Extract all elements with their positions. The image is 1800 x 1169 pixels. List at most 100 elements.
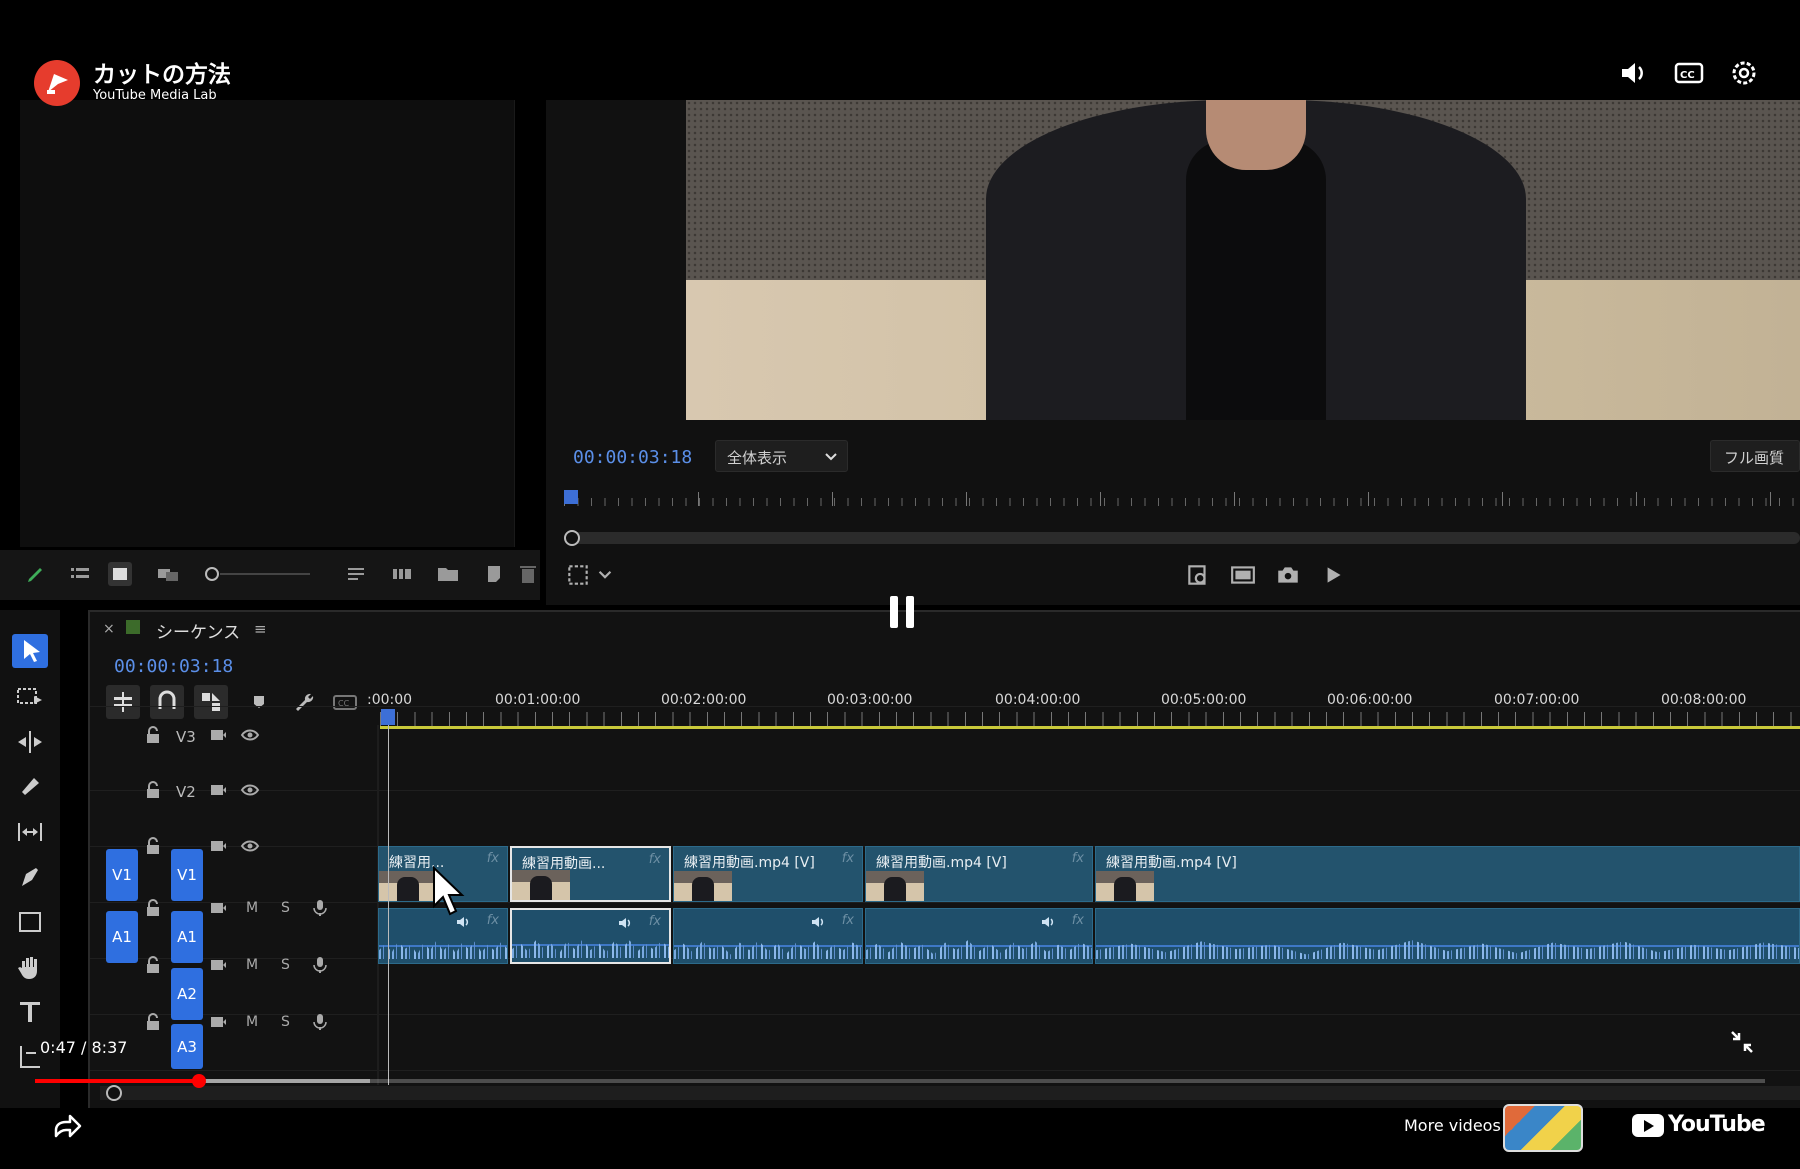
sync-lock-icon[interactable] (208, 955, 228, 975)
captions-cc-icon[interactable]: CC (1672, 56, 1706, 90)
panel-menu-icon[interactable]: ≡ (254, 620, 267, 638)
microphone-icon[interactable] (310, 1012, 330, 1032)
audio-clip-selected[interactable]: fx (510, 908, 671, 964)
timeline-zoom-scrollbar[interactable] (100, 1086, 1800, 1100)
rectangle-tool-icon[interactable] (12, 905, 48, 939)
ripple-edit-tool-icon[interactable] (12, 725, 48, 759)
timeline-scroll-handle[interactable] (106, 1085, 122, 1101)
eye-icon[interactable] (240, 836, 260, 856)
track-target-v1[interactable]: V1 (171, 849, 203, 901)
track-select-tool-icon[interactable] (12, 680, 48, 714)
youtube-logo-text[interactable]: YouTube (1668, 1112, 1766, 1137)
share-icon[interactable] (50, 1110, 84, 1144)
camera-icon[interactable] (1275, 562, 1301, 588)
solo-button[interactable]: S (281, 957, 290, 973)
source-patch-a1[interactable]: A1 (106, 911, 138, 963)
video-title[interactable]: カットの方法 (93, 55, 231, 89)
sort-icon[interactable] (344, 562, 368, 586)
new-item-icon[interactable] (482, 562, 506, 586)
comparison-view-icon[interactable] (1230, 562, 1256, 588)
sync-lock-icon[interactable] (208, 836, 228, 856)
mute-button[interactable]: M (246, 900, 258, 916)
close-tab-button[interactable]: × (103, 621, 115, 637)
channel-avatar[interactable] (34, 60, 80, 106)
lock-icon[interactable] (143, 780, 163, 800)
selection-tool-icon[interactable] (12, 634, 48, 668)
new-bin-icon[interactable] (436, 562, 460, 586)
sync-lock-icon[interactable] (208, 1012, 228, 1032)
track-target-a1[interactable]: A1 (171, 911, 203, 963)
audio-clip[interactable]: fx (673, 908, 863, 964)
video-clip-selected[interactable]: 練習用動画... fx (510, 846, 671, 902)
eye-icon[interactable] (240, 725, 260, 745)
sequence-tab-title[interactable]: シーケンス (156, 618, 240, 643)
linked-selection-icon[interactable] (194, 685, 228, 719)
sync-lock-icon[interactable] (208, 725, 228, 745)
progress-scrubber[interactable] (192, 1074, 206, 1088)
track-target-a3[interactable]: A3 (171, 1024, 203, 1069)
audio-clip[interactable]: fx (865, 908, 1093, 964)
monitor-playhead[interactable] (564, 490, 578, 504)
slip-tool-icon[interactable] (12, 815, 48, 849)
timeline-time-ruler[interactable] (380, 712, 1800, 726)
playback-quality-dropdown[interactable]: フル画質 (1710, 440, 1800, 472)
volume-icon[interactable] (1617, 56, 1651, 90)
video-clip[interactable]: 練習用動画.mp4 [V] (1095, 846, 1800, 902)
snap-magnet-icon[interactable] (150, 685, 184, 719)
automate-sequence-icon[interactable] (390, 562, 414, 586)
zoom-slider[interactable] (204, 562, 314, 586)
exit-fullscreen-icon[interactable] (1728, 1028, 1756, 1056)
pause-icon[interactable] (872, 582, 932, 642)
lock-icon[interactable] (143, 1012, 163, 1032)
sync-lock-icon[interactable] (208, 898, 228, 918)
wrench-icon[interactable] (288, 685, 318, 719)
add-marker-icon[interactable] (244, 685, 274, 719)
mute-button[interactable]: M (246, 957, 258, 973)
timeline-timecode[interactable]: 00:00:03:18 (114, 656, 233, 677)
icon-view-icon[interactable] (108, 562, 132, 586)
program-timecode[interactable]: 00:00:03:18 (573, 447, 692, 468)
export-frame-zoom-icon[interactable] (1185, 562, 1211, 588)
source-patch-v1[interactable]: V1 (106, 849, 138, 901)
solo-button[interactable]: S (281, 900, 290, 916)
safe-margins-icon[interactable] (565, 562, 591, 588)
sync-lock-icon[interactable] (208, 780, 228, 800)
play-icon[interactable] (1320, 562, 1346, 588)
insert-nested-icon[interactable] (106, 685, 140, 719)
trash-icon[interactable] (516, 562, 540, 586)
more-videos-label[interactable]: More videos (1404, 1116, 1501, 1135)
mute-button[interactable]: M (246, 1014, 258, 1030)
lock-icon[interactable] (143, 955, 163, 975)
lock-icon[interactable] (143, 836, 163, 856)
settings-gear-icon[interactable] (1727, 56, 1761, 90)
microphone-icon[interactable] (310, 955, 330, 975)
track-target-a2[interactable]: A2 (171, 968, 203, 1020)
razor-tool-icon[interactable] (12, 770, 48, 804)
eye-icon[interactable] (240, 780, 260, 800)
pen-tool-icon[interactable] (12, 860, 48, 894)
lock-icon[interactable] (143, 725, 163, 745)
monitor-scroll-handle[interactable] (564, 530, 580, 546)
pencil-icon[interactable] (24, 562, 48, 586)
freeform-view-icon[interactable] (156, 562, 180, 586)
chevron-down-icon[interactable] (596, 562, 614, 588)
captions-icon[interactable]: CC (330, 685, 360, 719)
audio-clip[interactable] (1095, 908, 1800, 964)
channel-name[interactable]: YouTube Media Lab (93, 88, 217, 103)
video-clip[interactable]: 練習用動画.mp4 [V] fx (865, 846, 1093, 902)
list-view-icon[interactable] (68, 562, 92, 586)
monitor-zoom-scrollbar[interactable] (564, 532, 1800, 544)
hand-tool-icon[interactable] (12, 950, 48, 984)
lock-icon[interactable] (143, 898, 163, 918)
work-area-bar[interactable] (380, 726, 1800, 729)
solo-button[interactable]: S (281, 1014, 290, 1030)
microphone-icon[interactable] (310, 898, 330, 918)
track-label-v3[interactable]: V3 (176, 728, 196, 746)
timeline-playhead[interactable] (381, 709, 395, 725)
more-videos-thumbnail[interactable] (1503, 1104, 1583, 1152)
video-clip[interactable]: 練習用動画.mp4 [V] fx (673, 846, 863, 902)
fit-dropdown[interactable]: 全体表示 (715, 440, 848, 472)
type-tool-icon[interactable] (12, 995, 48, 1029)
track-label-v2[interactable]: V2 (176, 783, 196, 801)
youtube-logo-icon[interactable] (1632, 1114, 1664, 1137)
